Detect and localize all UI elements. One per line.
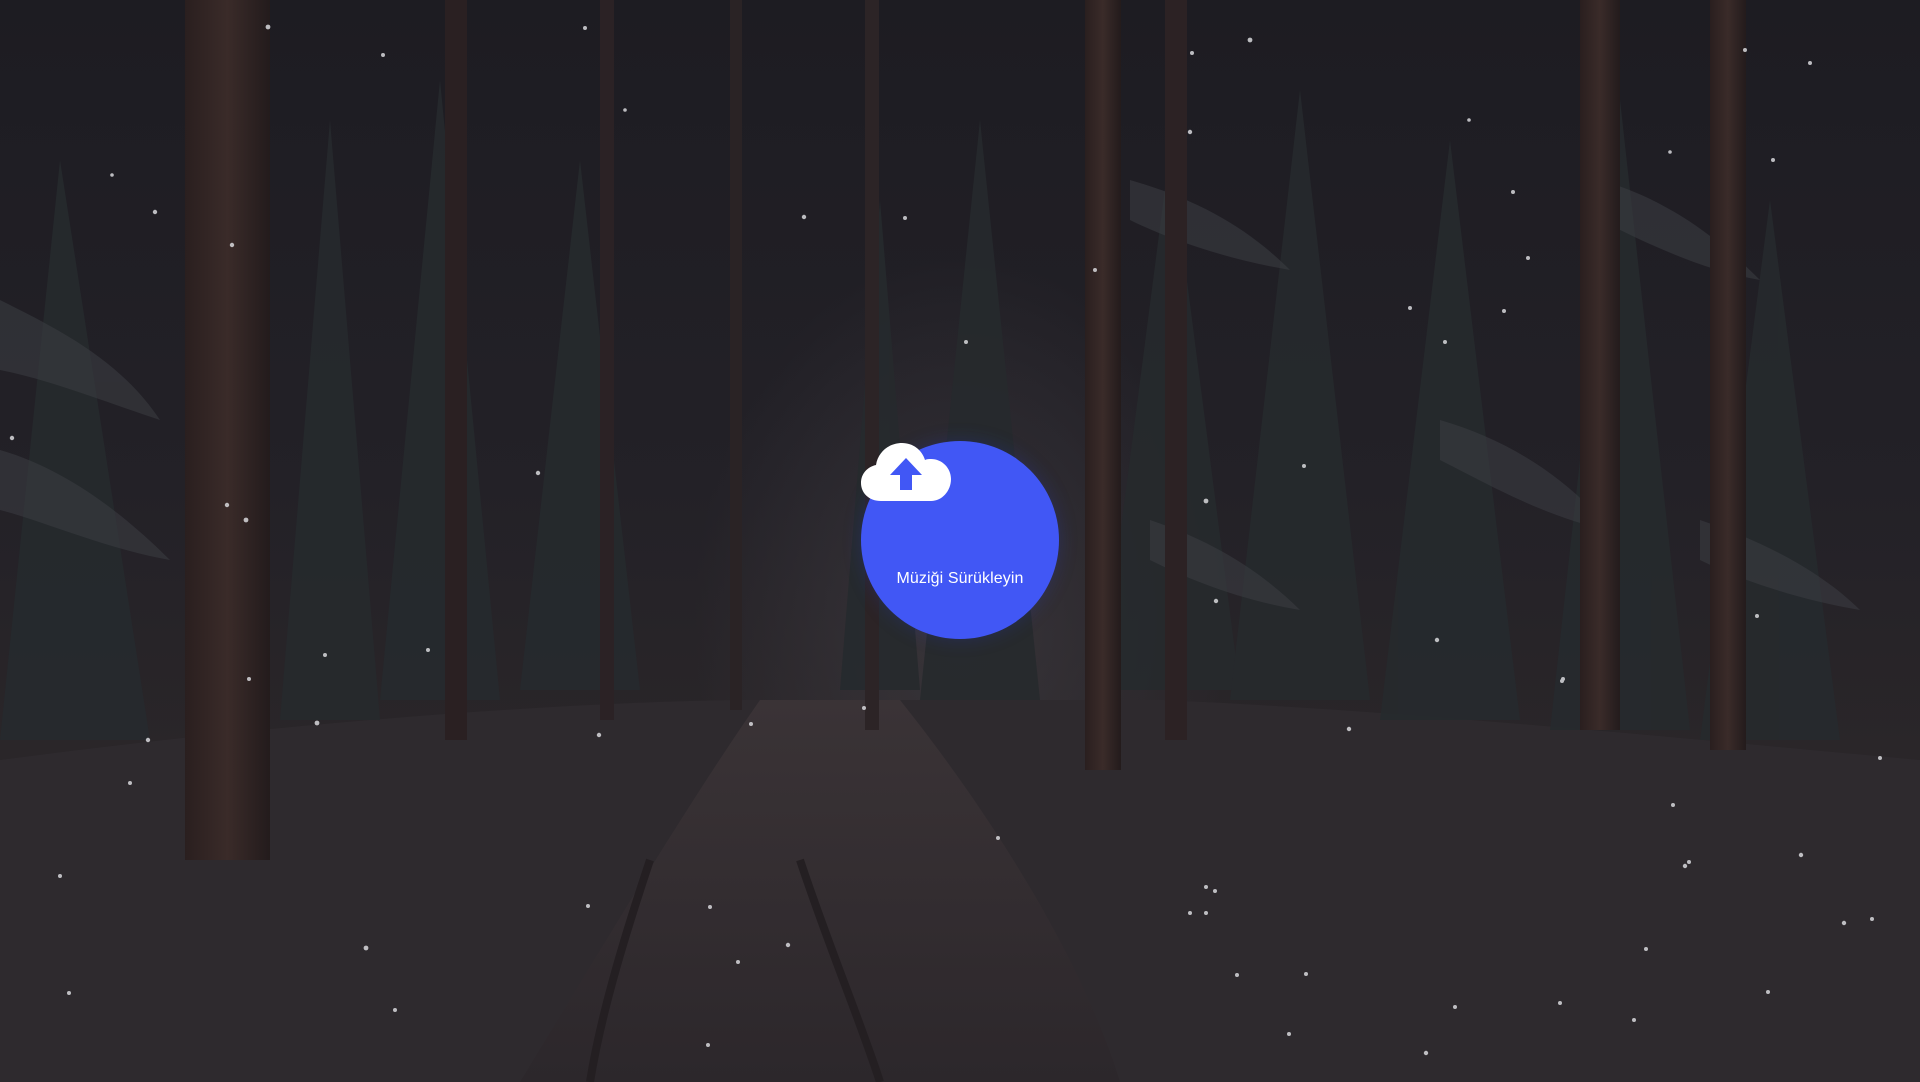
upload-drop-zone[interactable]: Müziği Sürükleyin	[861, 441, 1059, 639]
cloud-upload-icon	[861, 443, 951, 501]
upload-label: Müziği Sürükleyin	[896, 570, 1024, 587]
snowy-forest-background: Müziği Sürükleyin	[0, 0, 1920, 1082]
